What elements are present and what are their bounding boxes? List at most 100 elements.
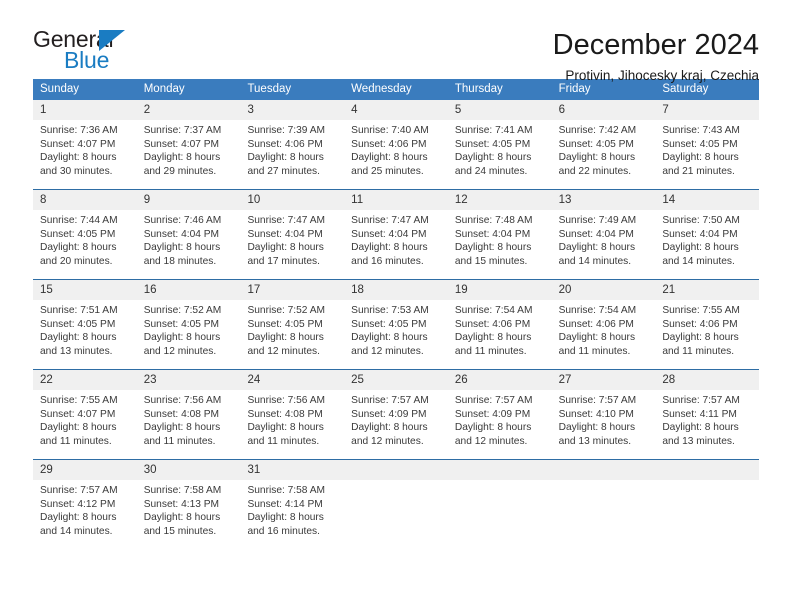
daylight-text-line1: Daylight: 8 hours <box>351 242 428 254</box>
day-number: 27 <box>551 370 656 390</box>
daylight-text-line1: Daylight: 8 hours <box>247 152 324 164</box>
day-number: 2 <box>136 100 241 120</box>
sunset-text: Sunset: 4:05 PM <box>662 138 738 150</box>
day-details: Sunrise: 7:46 AM Sunset: 4:04 PM Daylight:… <box>137 210 241 279</box>
day-details: Sunrise: 7:41 AM Sunset: 4:05 PM Daylight:… <box>448 120 552 189</box>
daylight-text-line2: and 12 minutes. <box>143 345 217 357</box>
calendar-day-cell[interactable]: 6 Sunrise: 7:42 AM Sunset: 4:05 PM Daylight… <box>551 100 656 189</box>
calendar-week-row: 8 Sunrise: 7:44 AM Sunset: 4:05 PM Daylight… <box>33 189 760 279</box>
daylight-text-line1: Daylight: 8 hours <box>454 422 532 434</box>
day-details: Sunrise: 7:57 AM Sunset: 4:10 PM Daylight:… <box>552 390 656 459</box>
calendar-day-cell[interactable]: 5 Sunrise: 7:41 AM Sunset: 4:05 PM Daylight… <box>447 100 552 189</box>
daylight-text-line1: Daylight: 8 hours <box>454 242 532 254</box>
day-details: Sunrise: 7:43 AM Sunset: 4:05 PM Daylight:… <box>655 120 759 189</box>
sunrise-text: Sunrise: 7:44 AM <box>40 215 118 226</box>
day-details <box>448 480 552 549</box>
calendar-day-cell[interactable]: 28 Sunrise: 7:57 AM Sunset: 4:11 PM Dayligh… <box>655 370 760 459</box>
day-details: Sunrise: 7:47 AM Sunset: 4:04 PM Daylight:… <box>240 210 344 279</box>
calendar-day-cell[interactable]: 30 Sunrise: 7:58 AM Sunset: 4:13 PM Dayligh… <box>136 460 241 549</box>
daylight-text-line1: Daylight: 8 hours <box>143 242 221 254</box>
calendar-day-cell[interactable]: 25 Sunrise: 7:57 AM Sunset: 4:09 PM Dayligh… <box>344 370 448 459</box>
day-number: 10 <box>240 190 345 210</box>
sunset-text: Sunset: 4:05 PM <box>454 138 531 150</box>
calendar-day-cell[interactable]: 3 Sunrise: 7:39 AM Sunset: 4:06 PM Daylight… <box>240 100 345 189</box>
day-details <box>552 480 656 549</box>
sunrise-text: Sunrise: 7:57 AM <box>558 395 637 406</box>
day-number: 6 <box>551 100 656 120</box>
calendar-day-cell[interactable]: 4 Sunrise: 7:40 AM Sunset: 4:06 PM Daylight… <box>344 100 448 189</box>
weekday-header-tuesday: Tuesday <box>247 83 292 95</box>
calendar-day-cell[interactable]: 18 Sunrise: 7:53 AM Sunset: 4:05 PM Dayligh… <box>344 280 448 369</box>
daylight-text-line2: and 14 minutes. <box>558 255 632 267</box>
calendar-day-cell[interactable]: 13 Sunrise: 7:49 AM Sunset: 4:04 PM Dayligh… <box>551 190 656 279</box>
daylight-text-line2: and 12 minutes. <box>247 345 320 357</box>
day-number: 17 <box>240 280 345 300</box>
day-details: Sunrise: 7:50 AM Sunset: 4:04 PM Daylight:… <box>655 210 759 279</box>
calendar-day-cell[interactable]: 23 Sunrise: 7:56 AM Sunset: 4:08 PM Dayligh… <box>136 370 241 459</box>
daylight-text-line2: and 27 minutes. <box>247 165 320 177</box>
day-details: Sunrise: 7:40 AM Sunset: 4:06 PM Daylight:… <box>344 120 448 189</box>
day-details: Sunrise: 7:54 AM Sunset: 4:06 PM Daylight:… <box>448 300 552 369</box>
calendar-day-cell[interactable]: 11 Sunrise: 7:47 AM Sunset: 4:04 PM Dayligh… <box>344 190 448 279</box>
calendar-day-cell[interactable]: 20 Sunrise: 7:54 AM Sunset: 4:06 PM Dayligh… <box>551 280 656 369</box>
sunrise-text: Sunrise: 7:54 AM <box>558 305 637 316</box>
weekday-header-thursday: Thursday <box>454 83 503 95</box>
calendar-day-cell[interactable]: 24 Sunrise: 7:56 AM Sunset: 4:08 PM Dayligh… <box>240 370 345 459</box>
calendar-day-cell[interactable]: 26 Sunrise: 7:57 AM Sunset: 4:09 PM Dayligh… <box>447 370 552 459</box>
daylight-text-line2: and 16 minutes. <box>351 255 424 267</box>
day-details: Sunrise: 7:55 AM Sunset: 4:06 PM Daylight:… <box>655 300 759 369</box>
generalblue-logo[interactable]: General Blue <box>33 28 141 74</box>
daylight-text-line1: Daylight: 8 hours <box>143 422 221 434</box>
daylight-text-line1: Daylight: 8 hours <box>558 332 636 344</box>
sunrise-text: Sunrise: 7:55 AM <box>662 305 740 316</box>
calendar-day-cell[interactable]: 31 Sunrise: 7:58 AM Sunset: 4:14 PM Dayligh… <box>240 460 345 549</box>
day-number: 24 <box>240 370 345 390</box>
day-number: 25 <box>344 370 448 390</box>
calendar-day-cell[interactable]: 16 Sunrise: 7:52 AM Sunset: 4:05 PM Dayligh… <box>136 280 241 369</box>
calendar-day-cell[interactable]: 17 Sunrise: 7:52 AM Sunset: 4:05 PM Dayligh… <box>240 280 345 369</box>
calendar-day-cell[interactable]: 8 Sunrise: 7:44 AM Sunset: 4:05 PM Daylight… <box>33 190 137 279</box>
daylight-text-line2: and 12 minutes. <box>351 435 424 447</box>
daylight-text-line2: and 11 minutes. <box>143 435 216 447</box>
daylight-text-line1: Daylight: 8 hours <box>247 512 324 524</box>
calendar-day-cell[interactable]: 29 Sunrise: 7:57 AM Sunset: 4:12 PM Dayligh… <box>33 460 137 549</box>
calendar-day-cell[interactable]: 14 Sunrise: 7:50 AM Sunset: 4:04 PM Dayligh… <box>655 190 760 279</box>
calendar-day-cell[interactable]: 10 Sunrise: 7:47 AM Sunset: 4:04 PM Dayligh… <box>240 190 345 279</box>
sunrise-text: Sunrise: 7:57 AM <box>454 395 533 406</box>
daylight-text-line2: and 13 minutes. <box>662 435 735 447</box>
day-number: 19 <box>447 280 552 300</box>
calendar-day-cell[interactable]: 1 Sunrise: 7:36 AM Sunset: 4:07 PM Daylight… <box>33 100 137 189</box>
sunset-text: Sunset: 4:11 PM <box>662 408 737 420</box>
daylight-text-line2: and 17 minutes. <box>247 255 320 267</box>
day-number: 30 <box>136 460 241 480</box>
calendar-day-cell[interactable]: 9 Sunrise: 7:46 AM Sunset: 4:04 PM Daylight… <box>136 190 241 279</box>
day-details: Sunrise: 7:58 AM Sunset: 4:13 PM Daylight:… <box>137 480 241 549</box>
sunset-text: Sunset: 4:08 PM <box>143 408 220 420</box>
daylight-text-line1: Daylight: 8 hours <box>662 422 739 434</box>
calendar-week-row: 15 Sunrise: 7:51 AM Sunset: 4:05 PM Dayligh… <box>33 279 760 369</box>
calendar-day-cell[interactable]: 22 Sunrise: 7:55 AM Sunset: 4:07 PM Dayligh… <box>33 370 137 459</box>
sunset-text: Sunset: 4:06 PM <box>351 138 427 150</box>
daylight-text-line2: and 11 minutes. <box>662 345 735 357</box>
day-number: 20 <box>551 280 656 300</box>
calendar-day-cell[interactable]: 12 Sunrise: 7:48 AM Sunset: 4:04 PM Dayligh… <box>447 190 552 279</box>
calendar-day-cell[interactable]: 27 Sunrise: 7:57 AM Sunset: 4:10 PM Dayligh… <box>551 370 656 459</box>
daylight-text-line1: Daylight: 8 hours <box>662 152 739 164</box>
daylight-text-line2: and 15 minutes. <box>454 255 528 267</box>
calendar-page: General Blue December 2024 Protivin, Jih… <box>0 0 792 612</box>
weekday-header-monday: Monday <box>143 83 185 95</box>
day-details: Sunrise: 7:39 AM Sunset: 4:06 PM Daylight:… <box>240 120 344 189</box>
calendar-day-cell[interactable]: 15 Sunrise: 7:51 AM Sunset: 4:05 PM Dayligh… <box>33 280 137 369</box>
calendar-day-cell[interactable]: 21 Sunrise: 7:55 AM Sunset: 4:06 PM Dayligh… <box>655 280 760 369</box>
day-details: Sunrise: 7:57 AM Sunset: 4:09 PM Daylight:… <box>448 390 552 459</box>
calendar-day-cell[interactable]: 19 Sunrise: 7:54 AM Sunset: 4:06 PM Dayligh… <box>447 280 552 369</box>
day-details: Sunrise: 7:53 AM Sunset: 4:05 PM Daylight:… <box>344 300 448 369</box>
day-number: 13 <box>551 190 656 210</box>
day-details: Sunrise: 7:47 AM Sunset: 4:04 PM Daylight:… <box>344 210 448 279</box>
calendar-day-cell[interactable]: 7 Sunrise: 7:43 AM Sunset: 4:05 PM Daylight… <box>655 100 760 189</box>
daylight-text-line2: and 12 minutes. <box>351 345 424 357</box>
calendar-day-cell[interactable]: 2 Sunrise: 7:37 AM Sunset: 4:07 PM Daylight… <box>136 100 241 189</box>
page-title: December 2024 <box>552 29 759 61</box>
day-details: Sunrise: 7:57 AM Sunset: 4:09 PM Daylight:… <box>344 390 448 459</box>
sunset-text: Sunset: 4:04 PM <box>143 228 220 240</box>
